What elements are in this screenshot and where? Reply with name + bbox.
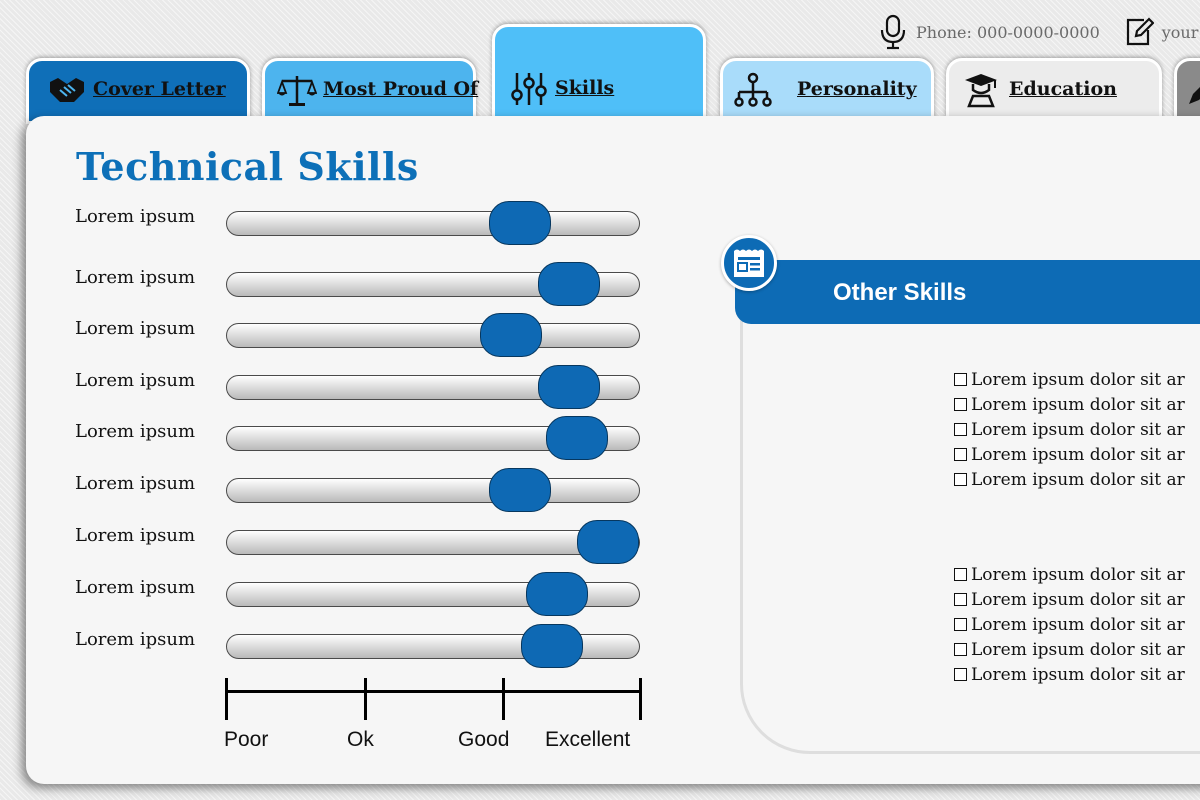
email-text: your [1161, 22, 1199, 42]
section-title-technical-skills: Technical Skills [76, 144, 419, 189]
skill-label: Lorem ipsum [75, 421, 196, 442]
tab-education[interactable]: Education [946, 58, 1162, 124]
checkbox-icon[interactable] [954, 568, 967, 581]
other-skill-item: Lorem ipsum dolor sit ar [954, 420, 1185, 440]
skill-slider-handle[interactable] [525, 572, 588, 616]
skill-slider-track[interactable] [226, 365, 640, 409]
tab-label: Skills [555, 77, 615, 99]
other-skill-text: Lorem ipsum dolor sit ar [971, 420, 1185, 440]
checkbox-icon[interactable] [954, 643, 967, 656]
tab-label: Cover Letter [93, 78, 226, 100]
org-chart-icon [734, 72, 772, 107]
skill-label: Lorem ipsum [75, 206, 196, 227]
tab-more[interactable] [1174, 58, 1200, 124]
skill-slider-track[interactable] [226, 468, 640, 512]
skill-slider-track[interactable] [226, 624, 640, 668]
other-skills-header [735, 260, 1200, 324]
other-skill-item: Lorem ipsum dolor sit ar [954, 565, 1185, 585]
checkbox-icon[interactable] [954, 618, 967, 631]
other-skill-text: Lorem ipsum dolor sit ar [971, 470, 1185, 490]
skill-slider-handle[interactable] [546, 416, 609, 460]
other-skill-text: Lorem ipsum dolor sit ar [971, 565, 1185, 585]
certificate-icon [734, 249, 764, 277]
handshake-icon [50, 78, 84, 102]
checkbox-icon[interactable] [954, 423, 967, 436]
other-skill-text: Lorem ipsum dolor sit ar [971, 370, 1185, 390]
skill-slider-track[interactable] [226, 313, 640, 357]
skill-slider-handle[interactable] [521, 624, 584, 668]
skill-slider-track[interactable] [226, 572, 640, 616]
tab-personality[interactable]: Personality [720, 58, 934, 124]
skill-label: Lorem ipsum [75, 525, 196, 546]
skill-slider-handle[interactable] [577, 520, 640, 564]
scale-label-poor: Poor [224, 728, 269, 751]
scale-tick [364, 678, 367, 720]
other-skill-item: Lorem ipsum dolor sit ar [954, 640, 1185, 660]
scale-label-ok: Ok [347, 728, 374, 751]
skill-slider-handle[interactable] [488, 201, 551, 245]
skill-slider-handle[interactable] [480, 313, 543, 357]
tab-most-proud-of[interactable]: Most Proud Of [262, 58, 479, 124]
checkbox-icon[interactable] [954, 448, 967, 461]
contact-bar: Phone: 000-0000-0000 your [878, 12, 1198, 52]
scale-tick [502, 678, 505, 720]
tab-skills[interactable]: Skills [492, 24, 706, 124]
other-skill-text: Lorem ipsum dolor sit ar [971, 665, 1185, 685]
other-skill-item: Lorem ipsum dolor sit ar [954, 665, 1185, 685]
phone-text: Phone: 000-0000-0000 [916, 22, 1100, 42]
other-skills-badge [721, 235, 777, 291]
skill-label: Lorem ipsum [75, 370, 196, 391]
other-skill-text: Lorem ipsum dolor sit ar [971, 445, 1185, 465]
edit-icon [1126, 17, 1154, 46]
other-skill-text: Lorem ipsum dolor sit ar [971, 640, 1185, 660]
tab-cover-letter[interactable]: Cover Letter [26, 58, 250, 124]
scale-tick [639, 678, 642, 720]
tab-label: Most Proud Of [323, 78, 479, 100]
microphone-icon [880, 14, 906, 50]
other-skill-item: Lorem ipsum dolor sit ar [954, 445, 1185, 465]
scale-label-excellent: Excellent [545, 728, 631, 751]
other-skills-panel [740, 296, 1200, 754]
checkbox-icon[interactable] [954, 473, 967, 486]
skill-slider-handle[interactable] [488, 468, 551, 512]
other-skill-text: Lorem ipsum dolor sit ar [971, 615, 1185, 635]
skill-slider-track[interactable] [226, 520, 640, 564]
scale-label-good: Good [458, 728, 510, 751]
graduate-icon [965, 74, 997, 108]
sliders-icon [511, 73, 547, 105]
skill-slider-track[interactable] [226, 201, 640, 245]
skill-label: Lorem ipsum [75, 629, 196, 650]
other-skills-title: Other Skills [833, 279, 967, 306]
skill-label: Lorem ipsum [75, 473, 196, 494]
tab-label: Personality [797, 78, 917, 100]
skill-slider-track[interactable] [226, 262, 640, 306]
scale-tick [225, 678, 228, 720]
other-skill-item: Lorem ipsum dolor sit ar [954, 470, 1185, 490]
skill-label: Lorem ipsum [75, 577, 196, 598]
skill-slider-handle[interactable] [537, 365, 600, 409]
checkbox-icon[interactable] [954, 593, 967, 606]
other-skill-item: Lorem ipsum dolor sit ar [954, 615, 1185, 635]
checkbox-icon[interactable] [954, 668, 967, 681]
other-skill-item: Lorem ipsum dolor sit ar [954, 590, 1185, 610]
skill-label: Lorem ipsum [75, 318, 196, 339]
rating-scale-axis [226, 690, 641, 693]
checkbox-icon[interactable] [954, 398, 967, 411]
skill-label: Lorem ipsum [75, 267, 196, 288]
pen-icon [1189, 87, 1200, 104]
tab-label: Education [1009, 78, 1117, 100]
skill-slider-track[interactable] [226, 416, 640, 460]
other-skill-text: Lorem ipsum dolor sit ar [971, 590, 1185, 610]
skill-slider-handle[interactable] [537, 262, 600, 306]
other-skill-text: Lorem ipsum dolor sit ar [971, 395, 1185, 415]
scales-icon [277, 76, 317, 106]
checkbox-icon[interactable] [954, 373, 967, 386]
other-skill-item: Lorem ipsum dolor sit ar [954, 395, 1185, 415]
other-skill-item: Lorem ipsum dolor sit ar [954, 370, 1185, 390]
